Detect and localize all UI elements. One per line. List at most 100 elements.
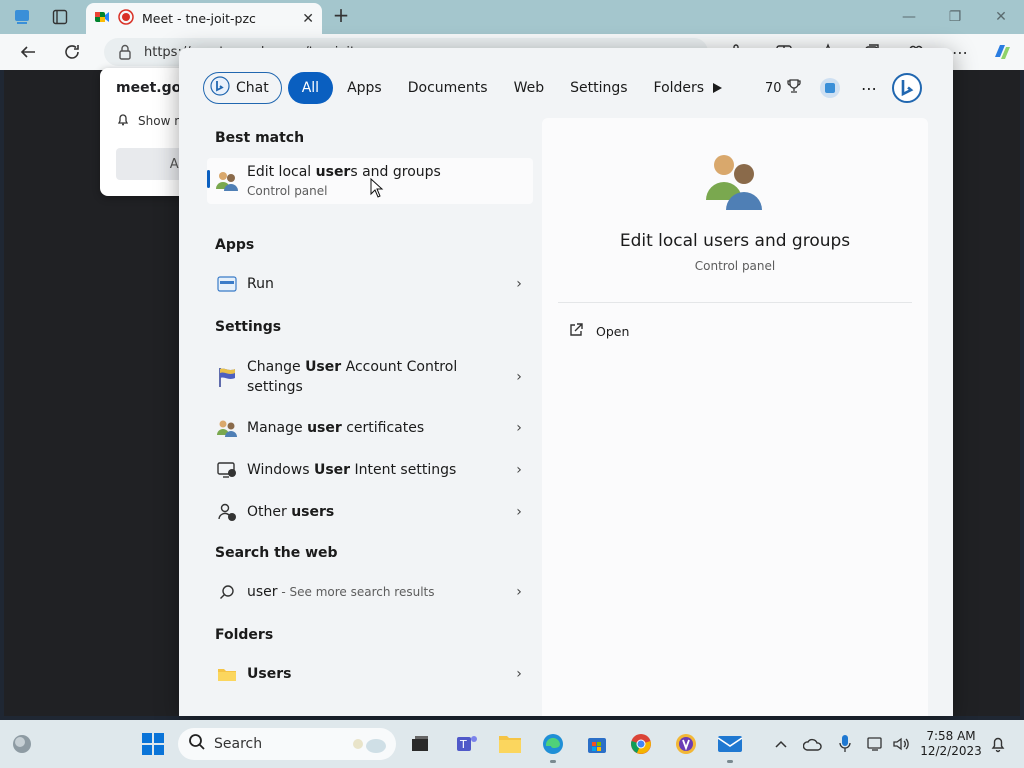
result-uac-label: Change User Account Control settings [247, 359, 458, 395]
chevron-right-icon[interactable]: › [505, 420, 533, 436]
network-icon[interactable] [862, 730, 890, 758]
filter-settings[interactable]: Settings [558, 72, 639, 104]
run-icon [207, 276, 247, 292]
minimize-icon[interactable]: — [898, 6, 920, 28]
bell-icon [116, 112, 130, 129]
start-button[interactable] [139, 730, 167, 758]
users-group-large-icon [702, 148, 768, 218]
filter-chat[interactable]: Chat [203, 72, 282, 104]
profile-avatar[interactable] [819, 72, 841, 104]
windows-search-panel: Chat All Apps Documents Web Settings Fol… [179, 48, 953, 716]
more-options-icon[interactable]: ⋯ [861, 72, 877, 104]
microphone-icon[interactable] [831, 730, 859, 758]
edge-icon[interactable] [539, 730, 567, 758]
result-users-folder[interactable]: Users › [207, 656, 533, 692]
onedrive-icon[interactable] [799, 730, 827, 758]
show-hidden-icons[interactable] [767, 730, 795, 758]
search-filters: Chat All Apps Documents Web Settings Fol… [203, 72, 718, 104]
volume-icon[interactable] [888, 730, 916, 758]
mail-icon[interactable] [716, 730, 744, 758]
mouse-cursor-icon [370, 177, 384, 202]
preview-subtitle: Control panel [694, 259, 776, 273]
browser-tab-bar: Meet - tne-joit-pzc ✕ + — ❐ ✕ [0, 0, 1024, 34]
folder-users-label: Users [247, 666, 292, 682]
result-certificates-label: Manage user certificates [247, 420, 425, 436]
chevron-right-icon[interactable]: › [505, 584, 533, 600]
search-icon [207, 584, 247, 600]
new-tab-button[interactable]: + [330, 5, 352, 27]
weather-widget-icon[interactable] [8, 730, 36, 758]
tab-close-icon[interactable]: ✕ [302, 11, 314, 27]
microsoft-store-icon[interactable] [583, 730, 611, 758]
tab-actions-icon[interactable] [48, 5, 72, 29]
file-explorer-icon[interactable] [496, 730, 524, 758]
result-uac-settings[interactable]: Change User Account Control settings › [207, 348, 533, 406]
browser-tab-meet[interactable]: Meet - tne-joit-pzc ✕ [86, 3, 322, 34]
chevron-right-icon[interactable]: › [505, 369, 533, 385]
open-external-icon [568, 322, 584, 341]
monitor-settings-icon [207, 461, 247, 479]
section-folders: Folders [215, 627, 274, 643]
trophy-icon [786, 78, 802, 98]
result-user-certificates[interactable]: Manage user certificates › [207, 408, 533, 448]
vpn-shield-icon[interactable] [672, 730, 700, 758]
teams-icon[interactable]: T [453, 730, 481, 758]
filter-web[interactable]: Web [502, 72, 557, 104]
chrome-icon[interactable] [627, 730, 655, 758]
bing-chat-button[interactable] [891, 72, 923, 104]
task-view-icon[interactable] [406, 730, 434, 758]
mail-running-indicator [727, 760, 733, 763]
users-certificate-icon [207, 417, 247, 439]
result-other-users-label: Other users [247, 504, 335, 520]
chevron-right-icon[interactable]: › [505, 504, 533, 520]
section-apps: Apps [215, 237, 255, 253]
tab-title: Meet - tne-joit-pzc [142, 11, 256, 26]
web-search-label: user - See more search results [247, 584, 435, 600]
bing-icon [210, 76, 230, 100]
chevron-right-icon[interactable]: › [505, 666, 533, 682]
taskbar-search-box[interactable]: Search [178, 728, 396, 760]
preview-pane: Edit local users and groups Control pane… [542, 118, 928, 716]
system-clock[interactable]: 7:58 AM 12/2/2023 [920, 729, 982, 759]
taskbar-search-label: Search [214, 736, 263, 752]
open-action[interactable]: Open [568, 322, 629, 341]
result-intent-label: Windows User Intent settings [247, 462, 457, 478]
users-group-icon [207, 169, 247, 193]
refresh-icon[interactable] [60, 40, 84, 64]
person-add-icon [207, 502, 247, 522]
filter-all[interactable]: All [287, 72, 334, 104]
popup-line: Show n [138, 113, 182, 128]
result-run-label: Run [247, 276, 274, 292]
chevron-right-icon[interactable]: › [505, 276, 533, 292]
result-title: Edit local users and groups [247, 164, 441, 180]
more-filters-button[interactable] [710, 72, 724, 104]
rewards-points[interactable]: 70 [765, 72, 802, 104]
open-action-label: Open [596, 324, 630, 339]
section-settings: Settings [215, 319, 282, 335]
result-user-intent[interactable]: Windows User Intent settings › [207, 450, 533, 490]
recording-icon [118, 8, 134, 29]
clock-date: 12/2/2023 [920, 744, 982, 758]
section-best-match: Best match [215, 130, 305, 146]
copilot-icon[interactable] [990, 40, 1014, 64]
preview-divider [558, 302, 912, 303]
notification-bell-icon[interactable] [984, 730, 1012, 758]
search-highlight-icon [346, 732, 390, 760]
result-run[interactable]: Run › [207, 266, 533, 302]
back-icon[interactable] [16, 40, 40, 64]
rewards-points-value: 70 [765, 80, 782, 96]
result-web-search[interactable]: user - See more search results › [207, 574, 533, 610]
section-search-web: Search the web [215, 545, 338, 561]
chevron-right-icon[interactable]: › [505, 462, 533, 478]
workspaces-icon[interactable] [10, 5, 34, 29]
filter-apps[interactable]: Apps [335, 72, 394, 104]
filter-folders[interactable]: Folders [642, 72, 717, 104]
lock-icon [116, 43, 134, 65]
close-window-icon[interactable]: ✕ [990, 6, 1012, 28]
filter-chat-label: Chat [236, 80, 269, 96]
filter-documents[interactable]: Documents [396, 72, 500, 104]
restore-icon[interactable]: ❐ [944, 6, 966, 28]
svg-text:T: T [459, 738, 467, 751]
result-other-users[interactable]: Other users › [207, 492, 533, 532]
clock-time: 7:58 AM [926, 729, 976, 743]
